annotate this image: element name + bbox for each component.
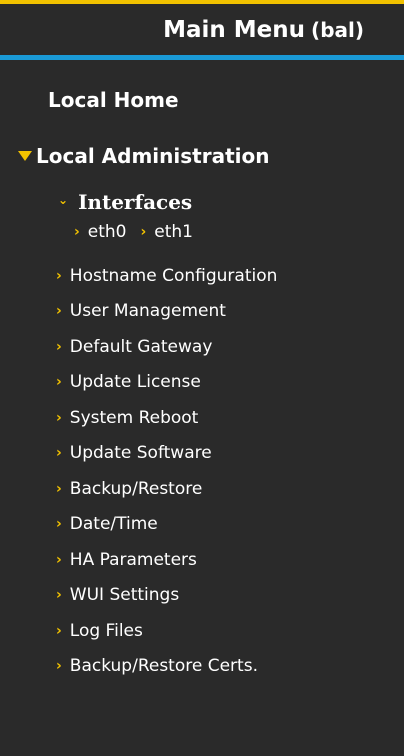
- menu-item-label: Update Software: [69, 443, 212, 464]
- chevron-right-icon: ›: [56, 516, 62, 533]
- main-menu-panel: Main Menu (bal) Local Home Local Adminis…: [0, 0, 404, 756]
- menu-item-label: System Reboot: [69, 407, 199, 428]
- menu-item-label: Local Home: [48, 88, 179, 112]
- chevron-right-icon: ›: [56, 622, 62, 639]
- menu-item-update-software[interactable]: › Update Software: [56, 436, 277, 472]
- menu-item-hostname-configuration[interactable]: › Hostname Configuration: [56, 258, 277, 294]
- menu-item-wui-settings[interactable]: › WUI Settings: [56, 578, 277, 614]
- menu-item-label: WUI Settings: [69, 585, 180, 606]
- menu-item-interfaces[interactable]: ⌄ Interfaces: [58, 190, 192, 214]
- chevron-right-icon: ›: [56, 658, 62, 675]
- menu-title: Main Menu: [163, 16, 306, 43]
- menu-item-label: Backup/Restore: [69, 478, 203, 499]
- chevron-right-icon: ›: [56, 480, 62, 497]
- menu-item-backup-restore[interactable]: › Backup/Restore: [56, 471, 277, 507]
- menu-item-local-administration[interactable]: Local Administration: [18, 144, 269, 168]
- menu-item-date-time[interactable]: › Date/Time: [56, 507, 277, 543]
- chevron-right-icon: ›: [56, 303, 62, 320]
- menu-header: Main Menu (bal): [0, 4, 404, 60]
- caret-down-icon: [18, 151, 32, 161]
- chevron-right-icon: ›: [140, 224, 147, 240]
- menu-item-label: Local Administration: [36, 144, 270, 168]
- menu-item-update-license[interactable]: › Update License: [56, 365, 277, 401]
- menu-item-default-gateway[interactable]: › Default Gateway: [56, 329, 277, 365]
- chevron-right-icon: ›: [56, 374, 62, 391]
- menu-item-eth1[interactable]: › eth1: [141, 222, 194, 242]
- menu-item-label: Log Files: [69, 620, 143, 641]
- chevron-right-icon: ›: [56, 409, 62, 426]
- chevron-right-icon: ›: [56, 338, 62, 355]
- menu-item-label: Date/Time: [69, 514, 158, 535]
- menu-item-label: Interfaces: [78, 190, 193, 214]
- menu-item-user-management[interactable]: › User Management: [56, 294, 277, 330]
- menu-item-label: Update License: [69, 372, 201, 393]
- menu-item-eth0[interactable]: › eth0: [74, 222, 127, 242]
- menu-item-local-home[interactable]: Local Home: [48, 88, 179, 112]
- menu-item-label: HA Parameters: [69, 549, 197, 570]
- menu-item-label: Hostname Configuration: [69, 265, 278, 286]
- menu-item-log-files[interactable]: › Log Files: [56, 613, 277, 649]
- chevron-right-icon: ›: [56, 445, 62, 462]
- menu-subtitle: (bal): [311, 17, 364, 42]
- administration-submenu: › Hostname Configuration › User Manageme…: [56, 258, 277, 684]
- chevron-right-icon: ›: [56, 587, 62, 604]
- menu-item-label: Default Gateway: [69, 336, 213, 357]
- menu-item-label: eth1: [154, 222, 193, 242]
- menu-item-label: User Management: [69, 301, 226, 322]
- chevron-right-icon: ›: [56, 551, 62, 568]
- menu-item-backup-restore-certs[interactable]: › Backup/Restore Certs.: [56, 649, 277, 685]
- menu-item-ha-parameters[interactable]: › HA Parameters: [56, 542, 277, 578]
- menu-item-label: eth0: [87, 222, 127, 242]
- chevron-right-icon: ›: [56, 267, 62, 284]
- menu-item-system-reboot[interactable]: › System Reboot: [56, 400, 277, 436]
- menu-item-label: Backup/Restore Certs.: [69, 656, 258, 677]
- interfaces-list: › eth0 › eth1: [74, 222, 193, 242]
- chevron-down-icon: ⌄: [58, 193, 69, 207]
- chevron-right-icon: ›: [74, 224, 80, 240]
